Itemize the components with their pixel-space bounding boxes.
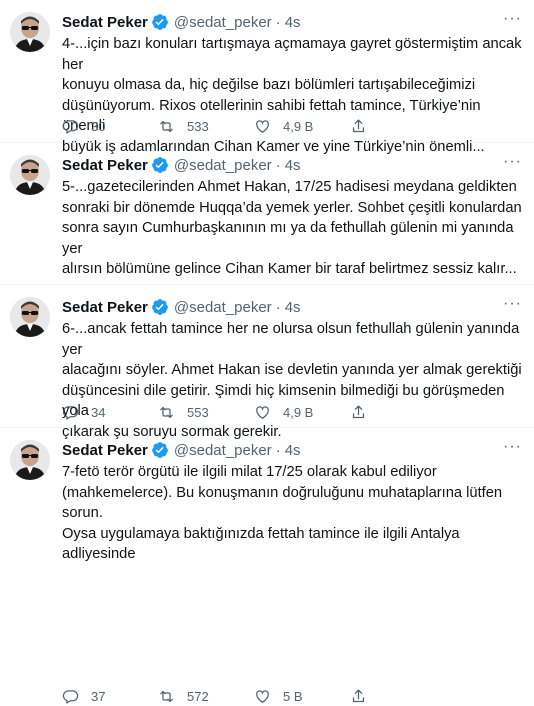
retweet-icon (158, 688, 187, 705)
author-name[interactable]: Sedat Peker (62, 442, 148, 459)
avatar[interactable] (10, 155, 50, 195)
avatar[interactable] (10, 12, 50, 52)
tweet-text-line: alacağını söyler. Ahmet Hakan ise devlet… (62, 362, 522, 378)
separator-dot: · (275, 298, 281, 316)
retweet-count: 533 (187, 118, 209, 134)
tweet-text: 7-fetö terör örgütü ile ilgili milat 17/… (62, 462, 522, 565)
like-icon (254, 688, 283, 705)
tweet-text-line: alırsın bölümüne gelince Cihan Kamer bir… (62, 261, 517, 277)
more-icon[interactable]: ··· (503, 10, 522, 28)
author-handle[interactable]: @sedat_peker (174, 299, 272, 316)
reply-count: 37 (91, 688, 106, 704)
reply-count: 30 (91, 118, 106, 134)
reply-button[interactable]: 30 (62, 118, 158, 135)
tweet-text-line: konuyu olmasa da, hiç değilse bazı bölüm… (62, 77, 476, 93)
retweet-button[interactable]: 533 (158, 118, 254, 135)
timestamp[interactable]: 4s (285, 14, 301, 31)
retweet-count: 572 (187, 688, 209, 704)
tweet-feed: Sedat Peker @sedat_peker · 4s ··· 4-...i… (0, 0, 534, 704)
like-count: 4,9 B (283, 118, 314, 134)
tweet-text-line: 6-...ancak fettah tamince her ne olursa … (62, 321, 520, 358)
more-icon[interactable]: ··· (503, 438, 522, 456)
separator-dot: · (275, 156, 281, 174)
tweet-header: Sedat Peker @sedat_peker · 4s ··· (62, 438, 522, 460)
tweet[interactable]: Sedat Peker @sedat_peker · 4s ··· 7-fetö… (0, 428, 534, 562)
tweet-text-line: (mahkemelerce). Bu konuşmanın doğruluğun… (62, 484, 503, 522)
separator-dot: · (275, 441, 281, 459)
tweet-text-line: 7-fetö terör örgütü ile ilgili milat 17/… (62, 464, 437, 480)
tweet-content: Sedat Peker @sedat_peker · 4s ··· 5-...g… (62, 153, 522, 280)
tweet-content: Sedat Peker @sedat_peker · 4s ··· 6-...a… (62, 295, 522, 442)
like-count: 5 B (283, 688, 303, 704)
more-icon[interactable]: ··· (503, 295, 522, 313)
author-name[interactable]: Sedat Peker (62, 299, 148, 316)
tweet-header: Sedat Peker @sedat_peker · 4s ··· (62, 153, 522, 175)
tweet[interactable]: Sedat Peker @sedat_peker · 4s ··· 5-...g… (0, 143, 534, 420)
tweet-text-line: sonra sayın Cumhurbaşkanının mı ya da fe… (62, 220, 514, 257)
author-handle[interactable]: @sedat_peker (174, 442, 272, 459)
like-button[interactable]: 5 B (254, 688, 350, 705)
avatar[interactable] (10, 440, 50, 480)
tweet-text-line: 4-...için bazı konuları tartışmaya açmam… (62, 36, 522, 73)
verified-badge-icon (151, 156, 169, 174)
separator-dot: · (275, 13, 281, 31)
tweet-text: 6-...ancak fettah tamince her ne olursa … (62, 319, 522, 442)
verified-badge-icon (151, 13, 169, 31)
tweet-text-line: Oysa uygulamaya baktığınızda fettah tami… (62, 525, 460, 563)
retweet-icon (158, 118, 187, 135)
tweet-actions: 30 533 4,9 B (62, 116, 442, 136)
share-button[interactable] (350, 688, 379, 705)
share-icon (350, 688, 379, 705)
tweet-text-line: 5-...gazetecilerinden Ahmet Hakan, 17/25… (62, 179, 517, 195)
avatar[interactable] (10, 297, 50, 337)
timestamp[interactable]: 4s (285, 157, 301, 174)
retweet-button[interactable]: 572 (158, 688, 254, 705)
verified-badge-icon (151, 298, 169, 316)
reply-button[interactable]: 37 (62, 688, 158, 705)
reply-icon (62, 118, 91, 135)
tweet[interactable]: Sedat Peker @sedat_peker · 4s ··· 4-...i… (0, 0, 534, 155)
tweet[interactable]: Sedat Peker @sedat_peker · 4s ··· 6-...a… (0, 285, 534, 704)
timestamp[interactable]: 4s (285, 442, 301, 459)
like-button[interactable]: 4,9 B (254, 118, 350, 135)
tweet-header: Sedat Peker @sedat_peker · 4s ··· (62, 295, 522, 317)
author-name[interactable]: Sedat Peker (62, 14, 148, 31)
share-icon (350, 118, 379, 135)
tweet-text: 5-...gazetecilerinden Ahmet Hakan, 17/25… (62, 177, 522, 280)
tweet-header: Sedat Peker @sedat_peker · 4s ··· (62, 10, 522, 32)
tweet-content: Sedat Peker @sedat_peker · 4s ··· 7-fetö… (62, 438, 522, 565)
author-handle[interactable]: @sedat_peker (174, 14, 272, 31)
timestamp[interactable]: 4s (285, 299, 301, 316)
more-icon[interactable]: ··· (503, 153, 522, 171)
tweet-text-line: düşüncesini dile getirir. Şimdi hiç kims… (62, 382, 505, 420)
author-name[interactable]: Sedat Peker (62, 157, 148, 174)
verified-badge-icon (151, 441, 169, 459)
tweet-text: 4-...için bazı konuları tartışmaya açmam… (62, 34, 522, 157)
author-handle[interactable]: @sedat_peker (174, 157, 272, 174)
tweet-actions: 37 572 5 B (62, 686, 442, 706)
share-button[interactable] (350, 118, 379, 135)
reply-icon (62, 688, 91, 705)
tweet-text-line: sonraki bir dönemde Huqqa’da yemek yerle… (62, 199, 522, 216)
like-icon (254, 118, 283, 135)
